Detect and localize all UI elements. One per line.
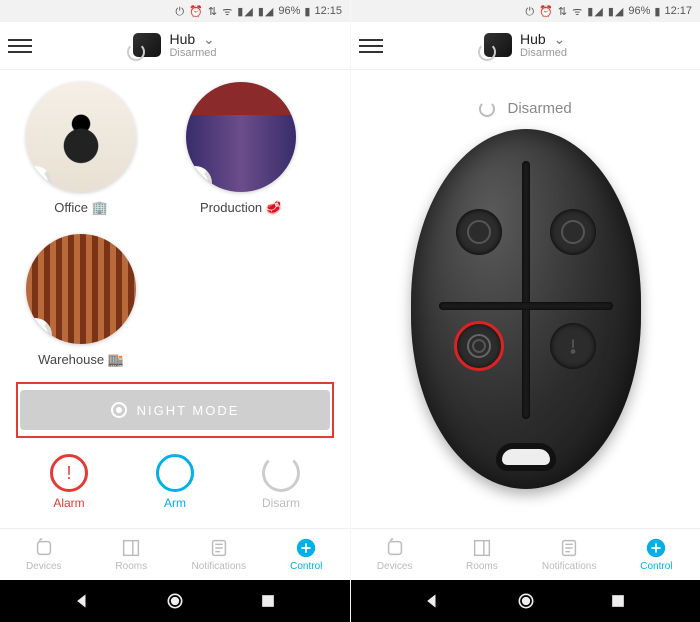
app-header: Hub ⌄ Disarmed (0, 22, 350, 70)
battery-percent: 96% (628, 5, 650, 17)
nav-home-icon[interactable] (516, 591, 536, 611)
status-icons: ⏻ ⏰ ⇅ ᯤ ▮◢ ▮◢ (525, 4, 624, 19)
room-production[interactable]: Production 🥩 (176, 82, 306, 216)
clock: 12:15 (314, 5, 342, 17)
hub-icon (484, 33, 512, 57)
nav-recent-icon[interactable] (608, 591, 628, 611)
rooms-content: Office 🏢 Production 🥩 Warehouse 🏬 NIGHT … (0, 70, 350, 528)
hub-title: Hub (520, 31, 546, 47)
status-icons: ⏻ ⏰ ⇅ ᯤ ▮◢ ▮◢ (175, 4, 274, 19)
tab-rooms[interactable]: Rooms (438, 537, 525, 572)
menu-icon[interactable] (359, 34, 383, 58)
action-row: ! Alarm Arm Disarm (16, 454, 334, 510)
alarm-icon: ! (50, 454, 88, 492)
android-nav (351, 580, 700, 622)
disarm-icon (262, 454, 300, 492)
night-mode-button[interactable]: NIGHT MODE (20, 390, 330, 430)
chevron-down-icon: ⌄ (550, 31, 566, 47)
app-header: Hub ⌄ Disarmed (351, 22, 700, 70)
clock: 12:17 (664, 5, 692, 17)
hub-status: Disarmed (169, 47, 216, 59)
nav-recent-icon[interactable] (258, 591, 278, 611)
room-image (26, 82, 136, 192)
night-mode-highlight: NIGHT MODE (16, 382, 334, 438)
nav-back-icon[interactable] (423, 591, 443, 611)
android-nav (0, 580, 350, 622)
spinner-icon (186, 166, 212, 192)
hub-title: Hub (169, 31, 195, 47)
keyfob-lanyard (496, 443, 556, 471)
status-bar: ⏻ ⏰ ⇅ ᯤ ▮◢ ▮◢ 96% ▮ 12:17 (351, 0, 700, 22)
night-mode-label: NIGHT MODE (137, 403, 240, 418)
bottom-tabs: Devices Rooms Notifications Control (0, 528, 350, 580)
tab-control[interactable]: Control (263, 537, 351, 572)
room-label: Production 🥩 (200, 200, 282, 216)
room-warehouse[interactable]: Warehouse 🏬 (16, 234, 146, 368)
tab-rooms[interactable]: Rooms (88, 537, 176, 572)
chevron-down-icon: ⌄ (199, 31, 215, 47)
menu-icon[interactable] (8, 34, 32, 58)
keyfob-arm-button[interactable] (456, 209, 502, 255)
arm-icon (156, 454, 194, 492)
arm-button[interactable]: Arm (156, 454, 194, 510)
tab-control[interactable]: Control (613, 537, 700, 572)
hub-selector[interactable]: Hub ⌄ Disarmed (383, 32, 668, 59)
arming-status: Disarmed (367, 82, 684, 123)
tab-devices[interactable]: Devices (0, 537, 88, 572)
nav-back-icon[interactable] (73, 591, 93, 611)
spinner-icon (479, 101, 495, 117)
bottom-tabs: Devices Rooms Notifications Control (351, 528, 700, 580)
keyfob-night-button[interactable] (456, 323, 502, 369)
room-image (26, 234, 136, 344)
night-mode-icon (111, 402, 127, 418)
hub-icon (133, 33, 161, 57)
tab-devices[interactable]: Devices (351, 537, 438, 572)
phone-left: ⏻ ⏰ ⇅ ᯤ ▮◢ ▮◢ 96% ▮ 12:15 Hub ⌄ Disarmed… (0, 0, 350, 622)
keyfob-content: Disarmed (351, 70, 700, 528)
keyfob-cross (439, 302, 613, 310)
room-image (186, 82, 296, 192)
hub-status: Disarmed (520, 47, 567, 59)
room-label: Office 🏢 (54, 200, 108, 216)
keyfob-cross (522, 161, 530, 419)
status-bar: ⏻ ⏰ ⇅ ᯤ ▮◢ ▮◢ 96% ▮ 12:15 (0, 0, 350, 22)
keyfob-disarm-button[interactable] (550, 209, 596, 255)
disarm-button[interactable]: Disarm (262, 454, 300, 510)
room-label: Warehouse 🏬 (38, 352, 124, 368)
alarm-button[interactable]: ! Alarm (50, 454, 88, 510)
keyfob-panic-button[interactable] (550, 323, 596, 369)
phone-right: ⏻ ⏰ ⇅ ᯤ ▮◢ ▮◢ 96% ▮ 12:17 Hub ⌄ Disarmed… (350, 0, 700, 622)
room-office[interactable]: Office 🏢 (16, 82, 146, 216)
hub-selector[interactable]: Hub ⌄ Disarmed (32, 32, 318, 59)
nav-home-icon[interactable] (165, 591, 185, 611)
tab-notifications[interactable]: Notifications (526, 537, 613, 572)
battery-percent: 96% (278, 5, 300, 17)
tab-notifications[interactable]: Notifications (175, 537, 263, 572)
spinner-icon (26, 318, 52, 344)
spinner-icon (26, 166, 52, 192)
keyfob (411, 129, 641, 489)
